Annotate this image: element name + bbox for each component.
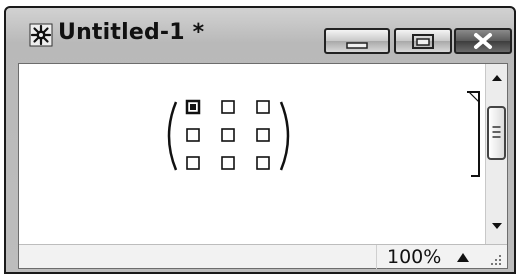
scroll-down-arrow-icon[interactable] (486, 216, 508, 236)
status-separator (376, 245, 377, 269)
matrix-cell[interactable] (186, 128, 200, 142)
application-window: Untitled-1 * 100% (4, 6, 516, 274)
app-gear-icon[interactable] (28, 22, 54, 48)
grip-lines-icon (492, 126, 501, 138)
matrix-cell[interactable] (256, 156, 270, 170)
empty-placeholder-box (467, 91, 480, 177)
scroll-up-arrow-icon[interactable] (486, 68, 508, 88)
zoom-level[interactable]: 100% (387, 245, 441, 269)
matrix-right-paren (279, 101, 290, 171)
matrix-cell[interactable] (186, 156, 200, 170)
minimize-button[interactable] (324, 28, 390, 54)
matrix-cell-cursor (190, 104, 196, 110)
matrix-cell[interactable] (221, 100, 235, 114)
resize-grip-icon[interactable] (489, 253, 503, 267)
vertical-scrollbar[interactable] (485, 64, 507, 244)
window-title: Untitled-1 * (58, 20, 205, 45)
matrix-cell[interactable] (256, 100, 270, 114)
scrollbar-thumb[interactable] (487, 106, 506, 160)
title-bar[interactable]: Untitled-1 * (6, 8, 514, 63)
document-canvas[interactable] (19, 64, 485, 244)
matrix-cells (185, 99, 270, 170)
triangle-up-icon[interactable] (455, 250, 471, 264)
placeholder-corner-mark (468, 91, 480, 103)
close-button[interactable] (454, 28, 512, 54)
close-icon (474, 33, 492, 49)
matrix-left-paren (167, 101, 178, 171)
maximize-button[interactable] (394, 28, 452, 54)
window-client-area: 100% (18, 63, 508, 269)
maximize-icon (412, 34, 434, 49)
matrix-cell[interactable] (256, 128, 270, 142)
status-bar: 100% (19, 244, 507, 269)
matrix-cell[interactable] (221, 156, 235, 170)
matrix-cell[interactable] (221, 128, 235, 142)
minimize-icon (346, 42, 368, 49)
